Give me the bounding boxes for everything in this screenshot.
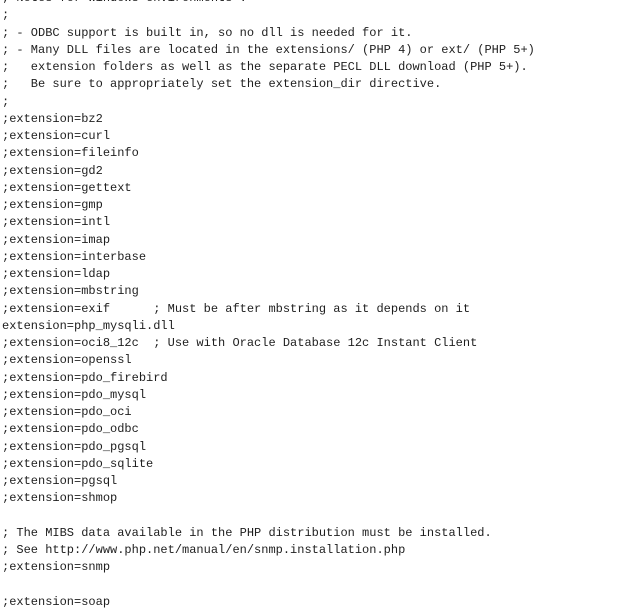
code-line[interactable]: ;extension=gettext: [2, 180, 628, 197]
code-line[interactable]: ;: [2, 94, 628, 111]
code-line[interactable]: [2, 577, 628, 594]
code-line[interactable]: ;extension=gmp: [2, 197, 628, 214]
code-line[interactable]: ;extension=imap: [2, 232, 628, 249]
code-line[interactable]: ;extension=ldap: [2, 266, 628, 283]
code-line[interactable]: ;extension=gd2: [2, 163, 628, 180]
code-line[interactable]: ;extension=openssl: [2, 352, 628, 369]
code-line[interactable]: ; Notes for Windows environments :: [2, 0, 628, 7]
code-line[interactable]: ;extension=mbstring: [2, 283, 628, 300]
code-line[interactable]: ;extension=pdo_odbc: [2, 421, 628, 438]
code-line[interactable]: ;extension=pdo_mysql: [2, 387, 628, 404]
code-line[interactable]: ;extension=snmp: [2, 559, 628, 576]
code-line[interactable]: ;extension=fileinfo: [2, 145, 628, 162]
code-line[interactable]: ;extension=interbase: [2, 249, 628, 266]
code-line[interactable]: ;extension=intl: [2, 214, 628, 231]
code-line[interactable]: ;extension=pdo_firebird: [2, 370, 628, 387]
code-line[interactable]: ; The MIBS data available in the PHP dis…: [2, 525, 628, 542]
code-line[interactable]: ;extension=bz2: [2, 111, 628, 128]
code-line[interactable]: ;extension=pdo_pgsql: [2, 439, 628, 456]
code-line[interactable]: ; See http://www.php.net/manual/en/snmp.…: [2, 542, 628, 559]
code-line[interactable]: ;extension=pgsql: [2, 473, 628, 490]
code-line[interactable]: ;extension=pdo_oci: [2, 404, 628, 421]
code-line[interactable]: ;extension=exif ; Must be after mbstring…: [2, 301, 628, 318]
code-line[interactable]: ;extension=shmop: [2, 490, 628, 507]
code-line[interactable]: ; - Many DLL files are located in the ex…: [2, 42, 628, 59]
code-line[interactable]: ;: [2, 7, 628, 24]
code-line[interactable]: ;extension=curl: [2, 128, 628, 145]
code-line[interactable]: ; extension folders as well as the separ…: [2, 59, 628, 76]
code-line[interactable]: extension=php_mysqli.dll: [2, 318, 628, 335]
code-line[interactable]: ;extension=soap: [2, 594, 628, 611]
code-line[interactable]: ; - ODBC support is built in, so no dll …: [2, 25, 628, 42]
code-line[interactable]: ;extension=pdo_sqlite: [2, 456, 628, 473]
code-line[interactable]: ; Be sure to appropriately set the exten…: [2, 76, 628, 93]
code-line[interactable]: [2, 508, 628, 525]
text-editor[interactable]: ; Notes for Windows environments :;; - O…: [2, 0, 628, 611]
code-line[interactable]: ;extension=oci8_12c ; Use with Oracle Da…: [2, 335, 628, 352]
